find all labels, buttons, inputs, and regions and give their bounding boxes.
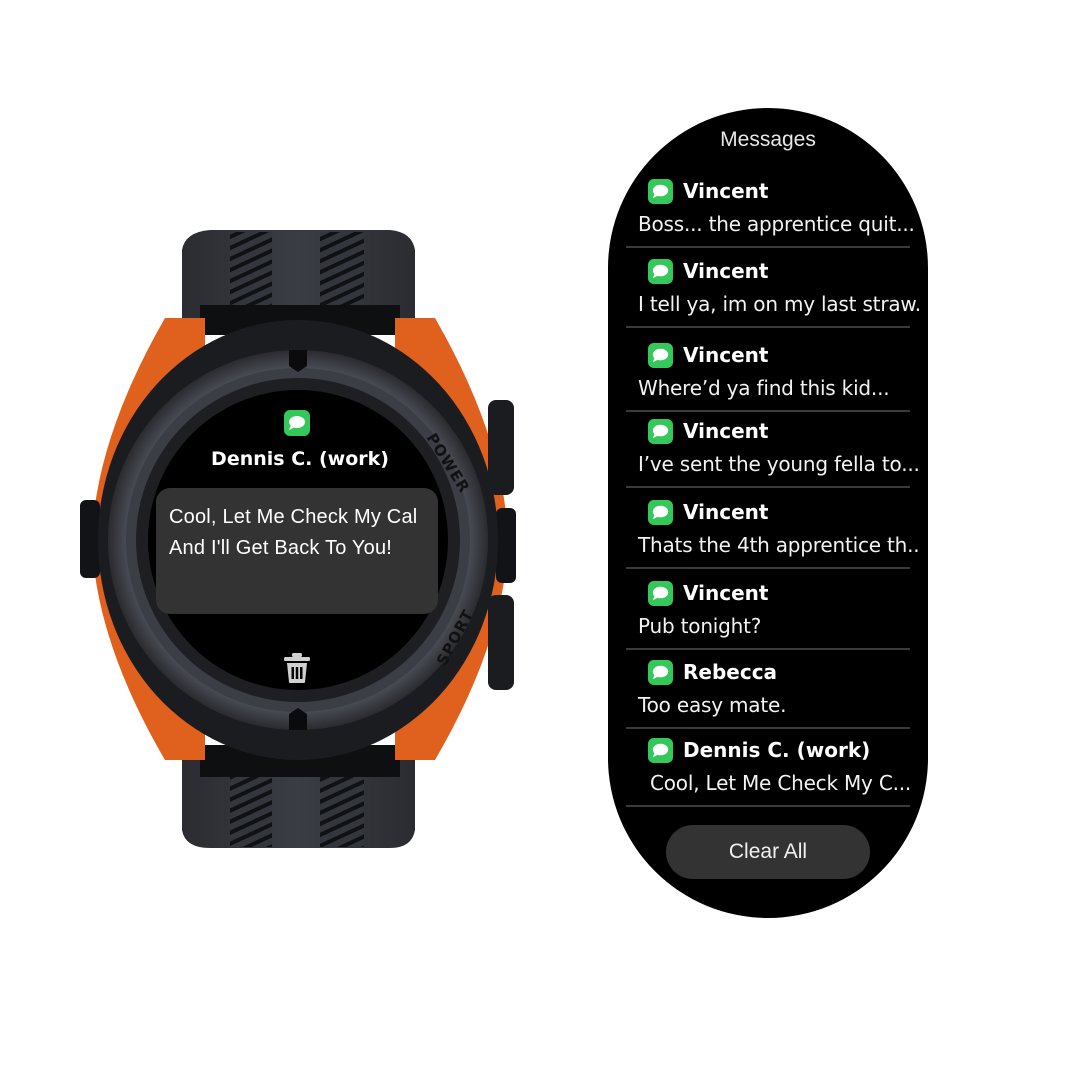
divider (626, 648, 910, 650)
panel-title: Messages (720, 128, 816, 151)
message-sender: Rebecca (683, 660, 778, 684)
message-sender: Dennis C. (work) (683, 738, 871, 762)
divider (626, 486, 910, 488)
message-header: Dennis C. (work) (648, 737, 870, 763)
message-sender: Vincent (683, 343, 769, 367)
divider (626, 326, 910, 328)
notification-message-line: And I'll Get Back To You! (169, 537, 393, 559)
messages-icon (648, 499, 673, 525)
strap-top (182, 230, 415, 335)
message-header: Rebecca (648, 659, 777, 685)
messages-icon (648, 580, 673, 606)
message-header: Vincent (648, 580, 768, 606)
message-header: Vincent (648, 499, 768, 525)
message-header: Vincent (648, 342, 768, 368)
message-sender: Vincent (683, 259, 769, 283)
message-preview: Cool, Let Me Check My C... (650, 771, 912, 795)
notification-message-line: Cool, Let Me Check My Cal (169, 506, 418, 528)
messages-icon (284, 410, 310, 436)
message-header: Vincent (648, 178, 768, 204)
messages-icon (648, 258, 673, 284)
message-preview: I’ve sent the young fella to... (638, 452, 920, 476)
messages-icon (648, 659, 673, 685)
message-preview: I tell ya, im on my last straw. (638, 292, 921, 316)
smartwatch-device: POWER SPORT Dennis C. (work) Cool, Let M… (0, 0, 600, 1080)
divider (626, 727, 910, 729)
notification-sender: Dennis C. (work) (211, 448, 389, 470)
message-sender: Vincent (683, 581, 769, 605)
notification-message-bubble[interactable]: Cool, Let Me Check My Cal And I'll Get B… (156, 488, 438, 614)
messages-icon (648, 178, 673, 204)
message-sender: Vincent (683, 179, 769, 203)
messages-icon (648, 737, 673, 763)
clear-all-button[interactable]: Clear All (666, 825, 870, 879)
message-header: Vincent (648, 258, 768, 284)
divider (626, 567, 910, 569)
divider (626, 805, 910, 807)
messages-panel: Messages Vincent Boss... the apprentice q… (608, 108, 928, 918)
divider (626, 246, 910, 248)
messages-icon (648, 418, 673, 444)
message-preview: Pub tonight? (638, 614, 762, 638)
message-sender: Vincent (683, 500, 769, 524)
trash-icon[interactable] (283, 652, 311, 684)
message-preview: Too easy mate. (638, 693, 787, 717)
strap-bottom (182, 745, 415, 848)
message-header: Vincent (648, 418, 768, 444)
message-preview: Thats the 4th apprentice th.. (638, 533, 920, 557)
message-sender: Vincent (683, 419, 769, 443)
divider (626, 410, 910, 412)
messages-icon (648, 342, 673, 368)
message-preview: Boss... the apprentice quit... (638, 212, 915, 236)
message-preview: Where’d ya find this kid... (638, 376, 890, 400)
